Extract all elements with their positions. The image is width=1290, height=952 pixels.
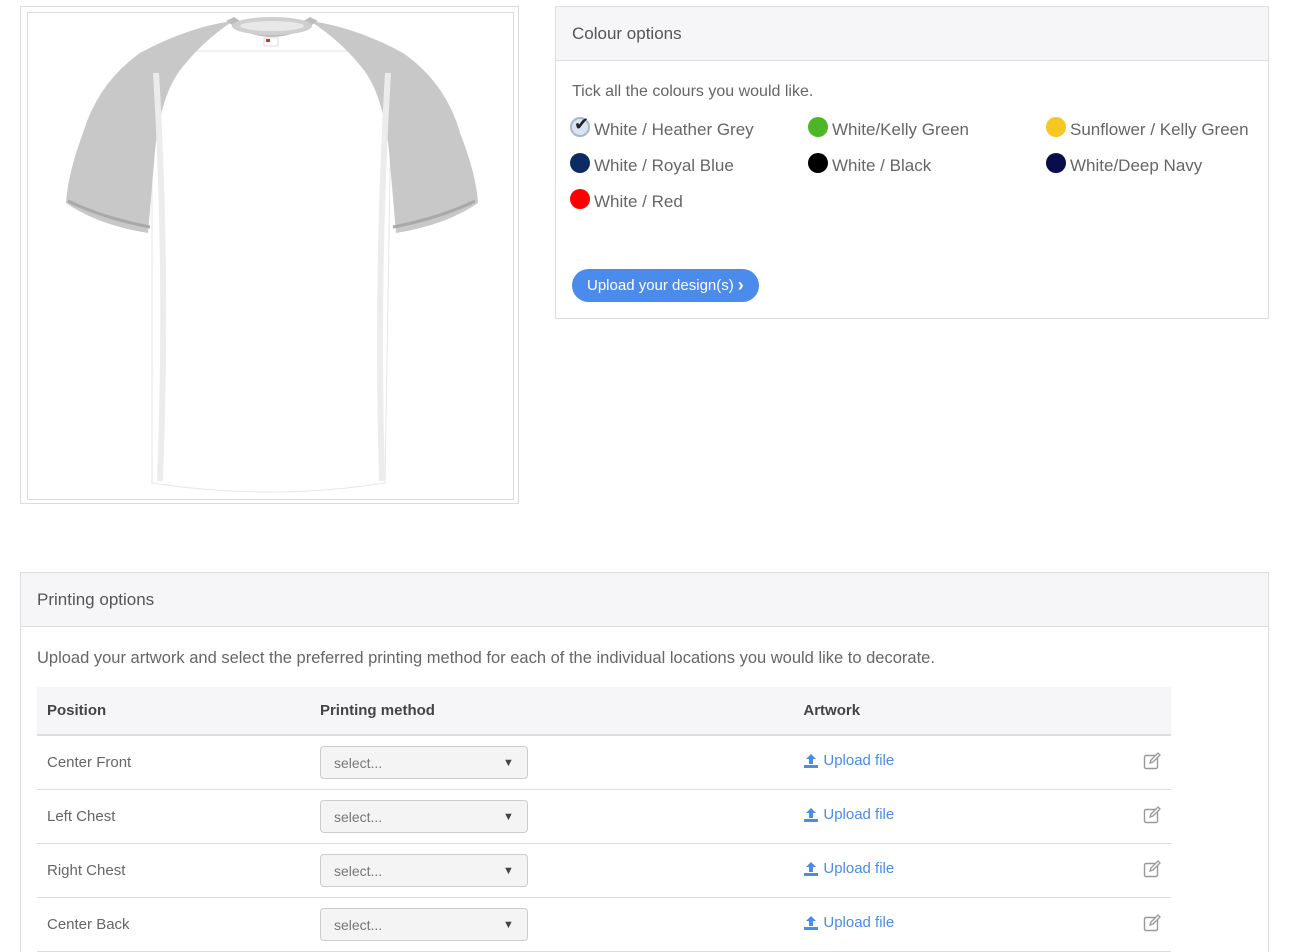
caret-down-icon: ▼ <box>503 810 514 823</box>
colour-options-title: Colour options <box>556 7 1268 61</box>
edit-cell <box>1097 897 1171 952</box>
upload-file-label: Upload file <box>823 806 895 824</box>
edit-icon[interactable] <box>1143 913 1161 936</box>
printing-method-select[interactable]: select... ▼ <box>319 854 528 887</box>
upload-file-label: Upload file <box>823 752 895 770</box>
artwork-cell: Upload file <box>793 735 1098 790</box>
swatch-label: White/Kelly Green <box>832 120 969 139</box>
column-header-printing-method: Printing method <box>309 687 794 736</box>
swatch-label: Sunflower / Kelly Green <box>1070 120 1249 139</box>
upload-icon <box>804 753 819 768</box>
swatch-label: White/Deep Navy <box>1070 156 1203 175</box>
caret-down-icon: ▼ <box>503 918 514 931</box>
upload-file-link[interactable]: Upload file <box>803 914 894 931</box>
select-value: select... <box>333 808 383 825</box>
swatch-color-dot[interactable] <box>570 153 590 173</box>
printing-options-title: Printing options <box>21 573 1268 627</box>
chevron-right-icon: › <box>737 275 744 295</box>
swatch-label: White / Red <box>594 192 683 211</box>
swatch-label: White / Royal Blue <box>594 156 734 175</box>
swatch-checkbox-selected[interactable]: ✔ <box>570 114 590 137</box>
table-row: Center Back select... ▼ Upload file <box>37 897 1171 952</box>
swatch-color-dot[interactable] <box>808 117 828 137</box>
table-row: Left Chest select... ▼ Upload file <box>37 789 1171 844</box>
swatch-color-dot[interactable] <box>808 153 828 173</box>
upload-icon <box>804 861 819 876</box>
caret-down-icon: ▼ <box>503 864 514 877</box>
swatch-color-dot[interactable] <box>570 189 590 209</box>
swatch-sunflower-kelly-green[interactable]: Sunflower / Kelly Green <box>1046 117 1249 140</box>
swatch-white-black[interactable]: White / Black <box>808 153 932 176</box>
product-image-frame <box>20 6 519 504</box>
swatch-label: White / Heather Grey <box>594 120 754 139</box>
artwork-cell: Upload file <box>793 897 1098 952</box>
swatch-white-red[interactable]: White / Red <box>570 189 683 212</box>
swatch-label: White / Black <box>832 156 932 175</box>
upload-file-link[interactable]: Upload file <box>803 806 894 823</box>
edit-icon[interactable] <box>1143 805 1161 828</box>
upload-file-link[interactable]: Upload file <box>803 860 894 877</box>
position-cell: Right Chest <box>37 843 310 898</box>
upload-icon <box>804 807 819 822</box>
artwork-cell: Upload file <box>793 843 1098 898</box>
colour-options-intro: Tick all the colours you would like. <box>572 83 814 100</box>
edit-icon[interactable] <box>1143 859 1161 882</box>
swatch-white-heather-grey[interactable]: ✔ White / Heather Grey <box>570 114 754 140</box>
select-value: select... <box>333 862 383 879</box>
printing-method-select[interactable]: select... ▼ <box>319 908 528 941</box>
swatch-white-deep-navy[interactable]: White/Deep Navy <box>1046 153 1203 176</box>
swatch-color-dot[interactable] <box>1046 153 1066 173</box>
select-value: select... <box>333 754 383 771</box>
method-cell: select... ▼ <box>309 735 794 790</box>
upload-icon <box>804 915 819 930</box>
method-cell: select... ▼ <box>309 843 794 898</box>
upload-designs-label: Upload your design(s) <box>587 277 734 294</box>
column-header-artwork: Artwork <box>793 687 1098 736</box>
printing-options-panel: Printing options Upload your artwork and… <box>20 572 1269 952</box>
table-row: Center Front select... ▼ Upload file <box>37 735 1171 790</box>
caret-down-icon: ▼ <box>503 756 514 769</box>
position-cell: Center Back <box>37 897 310 952</box>
swatch-white-kelly-green[interactable]: White/Kelly Green <box>808 117 969 140</box>
table-header-row: Position Printing method Artwork <box>37 687 1171 736</box>
edit-cell <box>1097 735 1171 790</box>
edit-cell <box>1097 789 1171 844</box>
colour-options-panel: Colour options Tick all the colours you … <box>555 6 1269 319</box>
table-row: Right Chest select... ▼ Upload file <box>37 843 1171 898</box>
tshirt-image <box>66 17 478 493</box>
select-value: select... <box>333 916 383 933</box>
edit-icon[interactable] <box>1143 751 1161 774</box>
check-icon: ✔ <box>574 114 590 135</box>
printing-options-intro: Upload your artwork and select the prefe… <box>37 649 935 667</box>
method-cell: select... ▼ <box>309 897 794 952</box>
printing-table: Position Printing method Artwork Center … <box>37 687 1171 952</box>
upload-file-label: Upload file <box>823 860 895 878</box>
column-header-position: Position <box>37 687 310 736</box>
artwork-cell: Upload file <box>793 789 1098 844</box>
swatch-color-dot[interactable] <box>1046 117 1066 137</box>
product-image <box>27 12 514 500</box>
column-header-actions <box>1097 687 1171 736</box>
printing-method-select[interactable]: select... ▼ <box>319 800 528 833</box>
upload-file-label: Upload file <box>823 914 895 932</box>
position-cell: Left Chest <box>37 789 310 844</box>
position-cell: Center Front <box>37 735 310 790</box>
swatch-white-royal-blue[interactable]: White / Royal Blue <box>570 153 734 176</box>
edit-cell <box>1097 843 1171 898</box>
upload-designs-button[interactable]: Upload your design(s) › <box>572 269 759 302</box>
printing-method-select[interactable]: select... ▼ <box>319 746 528 779</box>
method-cell: select... ▼ <box>309 789 794 844</box>
upload-file-link[interactable]: Upload file <box>803 752 894 769</box>
